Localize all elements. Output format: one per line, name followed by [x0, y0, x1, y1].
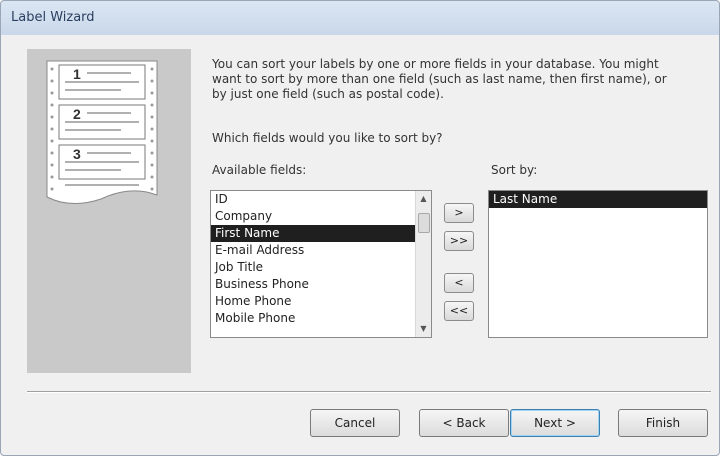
- sort-by-label: Sort by:: [491, 163, 538, 177]
- remove-all-fields-button[interactable]: <<: [444, 301, 474, 321]
- list-item[interactable]: Business Phone: [211, 276, 415, 293]
- list-item[interactable]: Job Title: [211, 259, 415, 276]
- list-item[interactable]: Mobile Phone: [211, 310, 415, 327]
- available-fields-scrollbar[interactable]: ▲ ▼: [415, 191, 431, 337]
- list-item[interactable]: Company: [211, 208, 415, 225]
- sort-by-items: Last Name: [489, 191, 707, 337]
- intro-text: You can sort your labels by one or more …: [212, 57, 667, 101]
- remove-field-button[interactable]: <: [444, 273, 474, 293]
- available-fields-items: ID Company First Name E-mail Address Job Tit…: [211, 191, 415, 337]
- label-number-3: 3: [73, 146, 81, 162]
- list-item[interactable]: Home Phone: [211, 293, 415, 310]
- add-all-fields-button[interactable]: >>: [444, 231, 474, 251]
- add-field-button[interactable]: >: [444, 203, 474, 223]
- list-item[interactable]: E-mail Address: [211, 242, 415, 259]
- scroll-down-arrow-icon[interactable]: ▼: [416, 321, 431, 337]
- title-bar[interactable]: Label Wizard: [1, 1, 719, 35]
- label-sheet-illustration: 1 2 3: [46, 60, 158, 204]
- finish-button[interactable]: Finish: [618, 409, 708, 437]
- scroll-thumb[interactable]: [418, 213, 430, 233]
- wizard-side-panel: 1 2 3: [27, 49, 191, 373]
- label-number-1: 1: [73, 66, 81, 82]
- available-fields-list[interactable]: ID Company First Name E-mail Address Job Tit…: [210, 190, 432, 338]
- back-button[interactable]: < Back: [419, 409, 509, 437]
- label-number-2: 2: [73, 106, 81, 122]
- button-separator: [27, 391, 711, 393]
- next-button[interactable]: Next >: [510, 409, 600, 437]
- list-item[interactable]: First Name: [211, 225, 415, 242]
- label-wizard-window: Label Wizard 1 2 3 You can sort your lab…: [0, 0, 720, 456]
- list-item[interactable]: Last Name: [489, 191, 707, 208]
- scroll-up-arrow-icon[interactable]: ▲: [416, 191, 431, 207]
- cancel-button[interactable]: Cancel: [310, 409, 400, 437]
- sort-question-text: Which fields would you like to sort by?: [212, 131, 443, 145]
- sort-by-list[interactable]: Last Name: [488, 190, 708, 338]
- window-title: Label Wizard: [11, 10, 95, 25]
- wizard-client-area: 1 2 3 You can sort your labels by one or…: [7, 35, 713, 449]
- list-item[interactable]: ID: [211, 191, 415, 208]
- available-fields-label: Available fields:: [212, 163, 307, 177]
